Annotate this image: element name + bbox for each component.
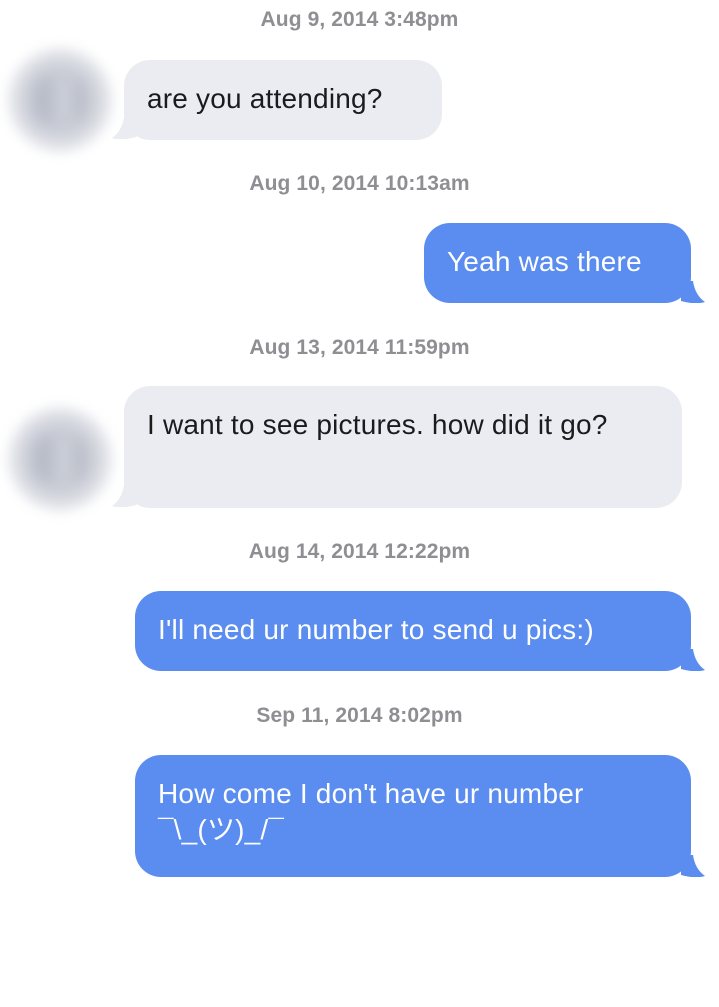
message-text: How come I don't have ur number ¯\_(ツ)_/…: [158, 778, 584, 845]
message-timestamp: Sep 11, 2014 8:02pm: [256, 704, 463, 727]
incoming-message-bubble[interactable]: are you attending?: [124, 60, 442, 140]
bubble-tail: [681, 855, 705, 877]
message-text: Yeah was there: [447, 246, 642, 277]
outgoing-message-bubble[interactable]: I'll need ur number to send u pics:): [135, 591, 691, 671]
sender-avatar[interactable]: [8, 407, 112, 511]
message-timestamp: Aug 9, 2014 3:48pm: [260, 8, 459, 31]
incoming-message-bubble[interactable]: I want to see pictures. how did it go?: [124, 386, 682, 508]
sender-avatar[interactable]: [8, 48, 112, 152]
message-text: are you attending?: [147, 83, 383, 114]
message-timestamp: Aug 10, 2014 10:13am: [249, 172, 470, 195]
message-timestamp: Aug 14, 2014 12:22pm: [248, 540, 471, 563]
message-text: I want to see pictures. how did it go?: [147, 409, 608, 440]
message-text: I'll need ur number to send u pics:): [158, 614, 594, 645]
bubble-tail: [681, 281, 705, 303]
bubble-tail: [681, 649, 705, 671]
outgoing-message-bubble[interactable]: How come I don't have ur number ¯\_(ツ)_/…: [135, 755, 691, 877]
message-timestamp: Aug 13, 2014 11:59pm: [249, 336, 470, 359]
outgoing-message-bubble[interactable]: Yeah was there: [424, 223, 691, 303]
